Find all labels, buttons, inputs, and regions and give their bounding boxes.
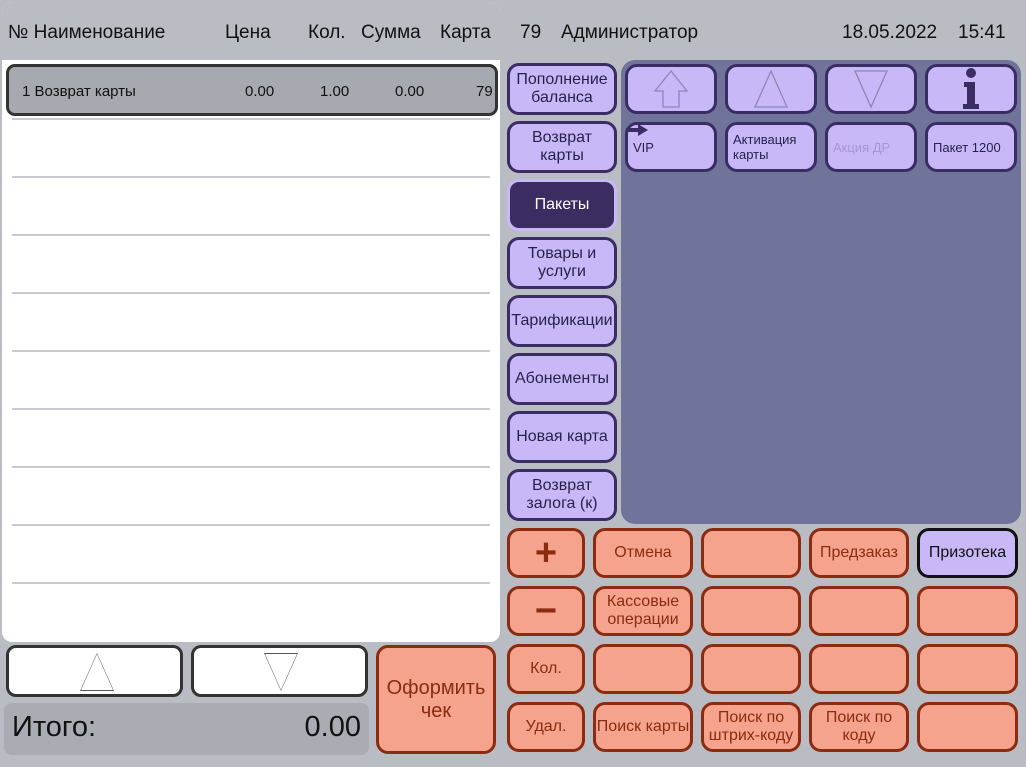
- info-button[interactable]: [925, 64, 1017, 114]
- product-birthday-promo-button[interactable]: Акция ДР: [825, 122, 917, 172]
- preorder-button[interactable]: Предзаказ: [809, 528, 909, 578]
- current-time: 15:41: [958, 22, 1006, 43]
- product-card-activation-button[interactable]: Активация карты: [725, 122, 817, 172]
- minus-button[interactable]: −: [507, 586, 585, 636]
- row-divider: [12, 292, 490, 294]
- search-barcode-button[interactable]: Поиск по штрих-коду: [701, 702, 801, 752]
- scroll-up-icon: [753, 69, 789, 108]
- table-row[interactable]: 1 Возврат карты 0.00 1.00 0.00 79: [6, 64, 498, 116]
- empty-action-button[interactable]: [809, 586, 909, 636]
- arrow-right-icon: [626, 124, 648, 136]
- row-divider: [12, 466, 490, 468]
- info-icon: [963, 68, 979, 109]
- search-card-button[interactable]: Поиск карты: [593, 702, 693, 752]
- empty-action-button[interactable]: [701, 586, 801, 636]
- product-label: VIP: [633, 139, 654, 155]
- plus-button[interactable]: +: [507, 528, 585, 578]
- back-icon: [653, 69, 689, 108]
- row-name: 1 Возврат карты: [22, 83, 136, 100]
- prizoteka-button[interactable]: Призотека: [917, 528, 1018, 578]
- product-package-1200-button[interactable]: Пакет 1200: [925, 122, 1017, 172]
- row-price: 0.00: [245, 83, 275, 100]
- category-subscriptions-button[interactable]: Абонементы: [507, 353, 617, 405]
- scroll-up-button[interactable]: [725, 64, 817, 114]
- empty-action-button[interactable]: [809, 644, 909, 694]
- category-card-return-button[interactable]: Возврат карты: [507, 121, 617, 173]
- total-label: Итого:: [12, 711, 97, 743]
- receipt-scroll-up-button[interactable]: [6, 645, 183, 697]
- category-new-card-button[interactable]: Новая карта: [507, 411, 617, 463]
- row-divider: [12, 524, 490, 526]
- scroll-down-icon: [853, 70, 889, 109]
- empty-action-button[interactable]: [917, 644, 1018, 694]
- category-deposit-return-button[interactable]: Возврат залога (к): [507, 469, 617, 521]
- delete-button[interactable]: Удал.: [507, 702, 585, 752]
- row-divider: [12, 582, 490, 584]
- user-role: Администратор: [561, 22, 699, 43]
- receipt-panel: № Наименование Цена Кол. Сумма Карта 1 В…: [2, 2, 500, 642]
- back-button[interactable]: [625, 64, 717, 114]
- row-card: 79: [476, 83, 493, 100]
- receipt-scroll-down-button[interactable]: [191, 645, 368, 697]
- row-divider: [12, 118, 490, 120]
- triangle-down-icon: [264, 653, 298, 691]
- category-goods-services-button[interactable]: Товары и услуги: [507, 237, 617, 289]
- search-code-button[interactable]: Поиск по коду: [809, 702, 909, 752]
- current-date: 18.05.2022: [842, 22, 938, 43]
- checkout-button[interactable]: Оформить чек: [376, 645, 496, 754]
- product-label: Пакет 1200: [933, 139, 1001, 155]
- category-packages-button[interactable]: Пакеты: [507, 179, 617, 231]
- empty-action-button[interactable]: [701, 528, 801, 578]
- col-price-header: Цена: [225, 22, 271, 43]
- scroll-down-button[interactable]: [825, 64, 917, 114]
- empty-action-button[interactable]: [701, 644, 801, 694]
- col-name-header: № Наименование: [8, 22, 166, 43]
- col-qty-header: Кол.: [308, 22, 346, 43]
- user-id: 79: [520, 22, 542, 43]
- category-tariffs-button[interactable]: Тарификации: [507, 295, 617, 347]
- total-value: 0.00: [304, 711, 361, 743]
- empty-action-button[interactable]: [917, 702, 1018, 752]
- row-qty: 1.00: [320, 83, 350, 100]
- top-bar: 79 Администратор 18.05.2022 15:41: [505, 2, 1022, 58]
- row-divider: [12, 408, 490, 410]
- col-card-header: Карта: [440, 22, 491, 43]
- product-vip-button[interactable]: VIP: [625, 122, 717, 172]
- row-divider: [12, 350, 490, 352]
- empty-action-button[interactable]: [917, 586, 1018, 636]
- row-divider: [12, 176, 490, 178]
- receipt-header: № Наименование Цена Кол. Сумма Карта: [2, 2, 500, 60]
- row-sum: 0.00: [395, 83, 425, 100]
- cash-operations-button[interactable]: Кассовые операции: [593, 586, 693, 636]
- triangle-up-icon: [80, 653, 114, 691]
- product-label: Акция ДР: [833, 139, 891, 155]
- row-divider: [12, 234, 490, 236]
- empty-action-button[interactable]: [593, 644, 693, 694]
- total-box: Итого: 0.00: [4, 703, 369, 755]
- category-topup-button[interactable]: Пополнение баланса: [507, 63, 617, 115]
- product-label: Активация карты: [733, 132, 797, 162]
- col-sum-header: Сумма: [361, 22, 421, 43]
- quantity-button[interactable]: Кол.: [507, 644, 585, 694]
- cancel-button[interactable]: Отмена: [593, 528, 693, 578]
